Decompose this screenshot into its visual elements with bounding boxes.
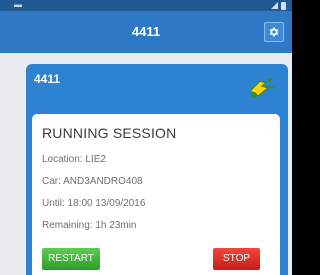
location-text: Location: LIE2 — [42, 154, 106, 165]
car-plug-icon — [248, 78, 275, 98]
stop-button[interactable]: STOP — [213, 248, 260, 270]
app-bar: 4411 — [0, 11, 292, 53]
signal-icon — [271, 2, 278, 9]
car-text: Car: AND3ANDRO408 — [42, 176, 143, 187]
remaining-text: Remaining: 1h 23min — [42, 220, 137, 231]
battery-icon — [281, 1, 286, 10]
restart-button[interactable]: RESTART — [42, 248, 100, 270]
gear-icon — [269, 27, 279, 37]
session-panel: RUNNING SESSION Location: LIE2 Car: AND3… — [32, 114, 280, 275]
until-text: Until: 18:00 13/09/2016 — [42, 198, 146, 209]
settings-button[interactable] — [264, 22, 284, 42]
status-bar: ▬ — [0, 0, 292, 11]
page-title: 4411 — [131, 24, 161, 39]
notification-icon: ▬ — [14, 0, 22, 9]
app-screen: ▬ 4411 4411 RUNNING SESSION Location: LI… — [0, 0, 292, 275]
session-heading: RUNNING SESSION — [42, 125, 177, 141]
status-icons — [271, 0, 286, 11]
card-title: 4411 — [34, 72, 61, 86]
